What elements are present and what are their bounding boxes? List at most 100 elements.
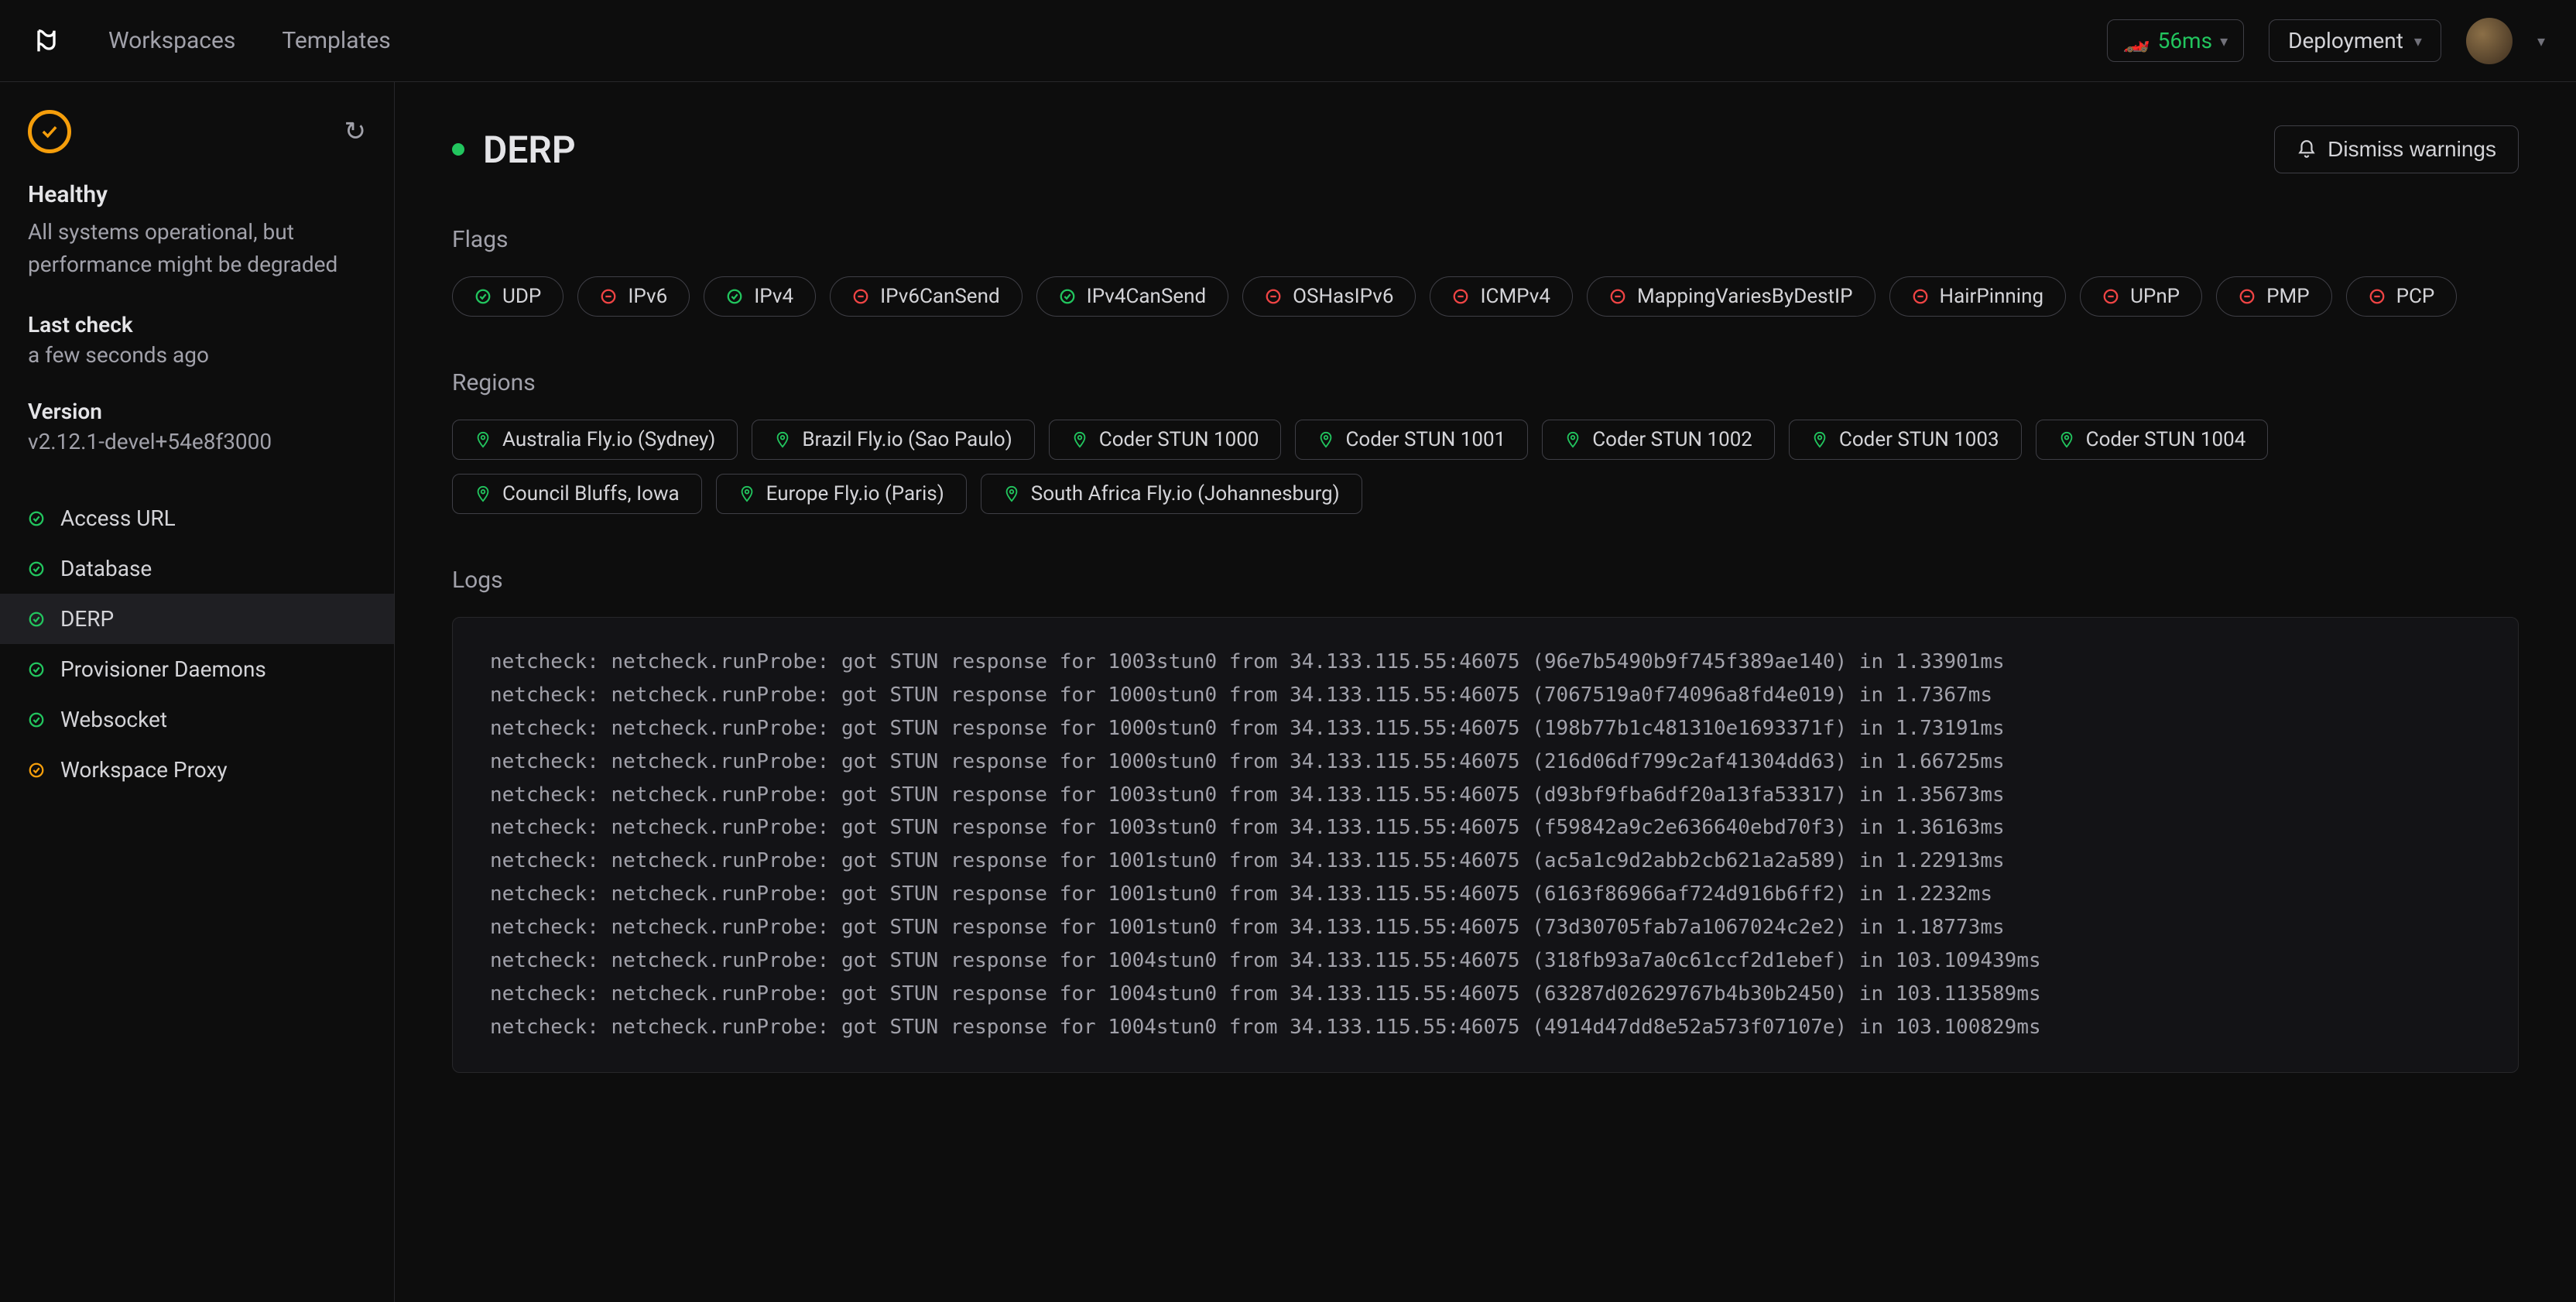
chevron-down-icon[interactable]: ▾ <box>2537 32 2545 50</box>
sidebar-item[interactable]: Access URL <box>0 493 394 543</box>
logs-box[interactable]: netcheck: netcheck.runProbe: got STUN re… <box>452 617 2519 1073</box>
region-label: Brazil Fly.io (Sao Paulo) <box>802 428 1012 451</box>
regions-chips: Australia Fly.io (Sydney) Brazil Fly.io (… <box>452 420 2519 514</box>
region-chip[interactable]: Coder STUN 1004 <box>2036 420 2269 460</box>
topbar: Workspaces Templates 🏎️ 56ms ▾ Deploymen… <box>0 0 2576 82</box>
page-title: DERP <box>483 128 576 172</box>
version-label: Version <box>28 399 366 424</box>
dismiss-label: Dismiss warnings <box>2328 137 2496 162</box>
flags-chips: UDPIPv6IPv4IPv6CanSendIPv4CanSendOSHasIP… <box>452 276 2519 317</box>
sidebar-item[interactable]: Provisioner Daemons <box>0 644 394 694</box>
regions-title: Regions <box>452 369 2519 396</box>
flag-label: UPnP <box>2130 285 2180 308</box>
avatar[interactable] <box>2466 18 2513 64</box>
status-icon <box>28 762 45 779</box>
region-chip[interactable]: Coder STUN 1000 <box>1049 420 1282 460</box>
latency-value: 56ms <box>2158 28 2212 53</box>
logs-section: Logs netcheck: netcheck.runProbe: got ST… <box>452 567 2519 1073</box>
minus-circle-icon <box>2369 288 2386 305</box>
sidebar-item-label: Workspace Proxy <box>60 757 228 783</box>
sidebar: ↻ Healthy All systems operational, but p… <box>0 82 395 1302</box>
minus-circle-icon <box>852 288 869 305</box>
logs-title: Logs <box>452 567 2519 594</box>
bell-icon <box>2297 139 2317 159</box>
check-circle-icon <box>1059 288 1076 305</box>
sidebar-item-label: Database <box>60 556 152 581</box>
chevron-down-icon: ▾ <box>2220 32 2228 50</box>
region-chip[interactable]: Europe Fly.io (Paris) <box>716 474 967 514</box>
region-label: Europe Fly.io (Paris) <box>766 482 944 505</box>
flag-chip: MappingVariesByDestIP <box>1587 276 1875 317</box>
last-check-value: a few seconds ago <box>28 342 366 368</box>
page-header: DERP Dismiss warnings <box>452 125 2519 173</box>
region-chip[interactable]: Council Bluffs, Iowa <box>452 474 702 514</box>
dismiss-warnings-button[interactable]: Dismiss warnings <box>2274 125 2519 173</box>
flag-chip: IPv6CanSend <box>830 276 1023 317</box>
flag-chip: UDP <box>452 276 564 317</box>
latency-emoji: 🏎️ <box>2123 28 2150 53</box>
flag-label: MappingVariesByDestIP <box>1637 285 1853 308</box>
top-nav: Workspaces Templates <box>108 27 391 54</box>
sidebar-item[interactable]: DERP <box>0 594 394 644</box>
minus-circle-icon <box>2102 288 2119 305</box>
flag-label: PMP <box>2266 285 2310 308</box>
sidebar-item[interactable]: Database <box>0 543 394 594</box>
chevron-down-icon: ▾ <box>2414 32 2422 50</box>
region-chip[interactable]: Brazil Fly.io (Sao Paulo) <box>752 420 1034 460</box>
deployment-label: Deployment <box>2288 28 2403 53</box>
region-chip[interactable]: Coder STUN 1003 <box>1789 420 2022 460</box>
map-pin-icon <box>1003 485 1020 502</box>
sidebar-item[interactable]: Workspace Proxy <box>0 745 394 795</box>
status-ring-icon <box>28 110 71 153</box>
app-logo[interactable] <box>31 26 62 57</box>
region-label: Coder STUN 1000 <box>1099 428 1259 451</box>
version-block: Version v2.12.1-devel+54e8f3000 <box>28 399 366 454</box>
regions-section: Regions Australia Fly.io (Sydney) Brazil … <box>452 369 2519 514</box>
map-pin-icon <box>774 431 791 448</box>
region-label: Council Bluffs, Iowa <box>502 482 680 505</box>
map-pin-icon <box>1317 431 1334 448</box>
main: ↻ Healthy All systems operational, but p… <box>0 82 2576 1302</box>
check-circle-icon <box>474 288 492 305</box>
topbar-right: 🏎️ 56ms ▾ Deployment ▾ ▾ <box>2107 18 2545 64</box>
flag-chip: IPv6 <box>577 276 690 317</box>
status-icon <box>28 510 45 527</box>
map-pin-icon <box>474 431 492 448</box>
status-dot-icon <box>452 143 464 156</box>
flags-section: Flags UDPIPv6IPv4IPv6CanSendIPv4CanSendO… <box>452 226 2519 317</box>
content: DERP Dismiss warnings Flags UDPIPv6IPv4I… <box>395 82 2576 1302</box>
status-icon <box>28 611 45 628</box>
flag-label: IPv6CanSend <box>880 285 1000 308</box>
nav-workspaces[interactable]: Workspaces <box>108 27 235 54</box>
deployment-menu[interactable]: Deployment ▾ <box>2269 19 2441 62</box>
flag-chip: IPv4 <box>704 276 816 317</box>
latency-pill[interactable]: 🏎️ 56ms ▾ <box>2107 19 2244 62</box>
map-pin-icon <box>738 485 755 502</box>
region-chip[interactable]: Australia Fly.io (Sydney) <box>452 420 738 460</box>
flag-label: IPv4CanSend <box>1087 285 1207 308</box>
region-label: Coder STUN 1003 <box>1839 428 1999 451</box>
minus-circle-icon <box>600 288 617 305</box>
refresh-button[interactable]: ↻ <box>344 116 367 147</box>
flag-chip: HairPinning <box>1889 276 2067 317</box>
flag-label: IPv6 <box>628 285 667 308</box>
sidebar-item-label: Provisioner Daemons <box>60 656 266 682</box>
map-pin-icon <box>1564 431 1581 448</box>
status-icon <box>28 560 45 577</box>
map-pin-icon <box>2058 431 2075 448</box>
minus-circle-icon <box>2239 288 2256 305</box>
check-circle-icon <box>726 288 743 305</box>
flag-label: HairPinning <box>1940 285 2044 308</box>
sidebar-item[interactable]: Websocket <box>0 694 394 745</box>
flag-chip: PMP <box>2216 276 2332 317</box>
sidebar-list: Access URL Database DERP Provisioner Daemon… <box>0 493 394 795</box>
flag-chip: UPnP <box>2080 276 2202 317</box>
minus-circle-icon <box>1609 288 1626 305</box>
flag-label: UDP <box>502 285 541 308</box>
region-chip[interactable]: Coder STUN 1001 <box>1295 420 1528 460</box>
region-chip[interactable]: South Africa Fly.io (Johannesburg) <box>981 474 1362 514</box>
sidebar-item-label: Websocket <box>60 707 167 732</box>
nav-templates[interactable]: Templates <box>282 27 390 54</box>
region-label: Coder STUN 1002 <box>1592 428 1752 451</box>
region-chip[interactable]: Coder STUN 1002 <box>1542 420 1775 460</box>
